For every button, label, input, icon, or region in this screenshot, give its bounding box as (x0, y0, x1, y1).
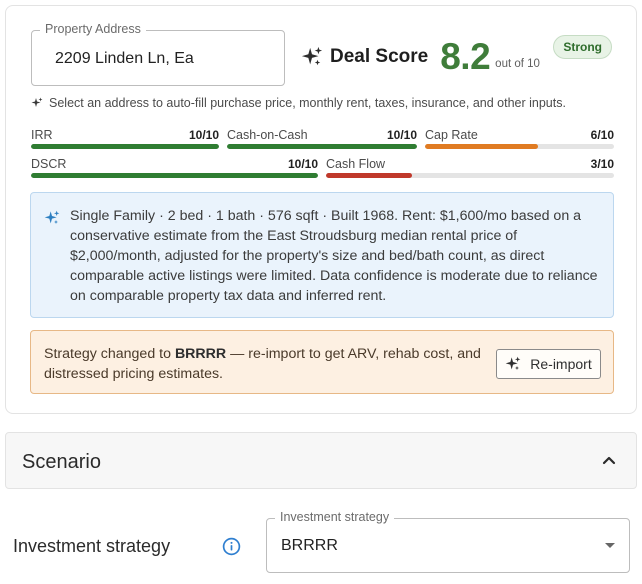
metric-irr: IRR 10/10 (31, 128, 219, 150)
deal-score-out-of: out of 10 (495, 58, 540, 70)
metric-dscr: DSCR 10/10 (31, 157, 318, 179)
metric-track (425, 144, 614, 149)
property-address-field[interactable]: Property Address 2209 Linden Ln, Ea (31, 22, 285, 86)
scenario-title: Scenario (22, 451, 101, 473)
metric-label: Cash Flow (326, 157, 386, 171)
investment-strategy-field-label: Investment strategy (275, 510, 395, 524)
sparkle-icon (44, 210, 60, 224)
metric-cap-rate: Cap Rate 6/10 (425, 128, 614, 150)
metric-label: DSCR (31, 157, 67, 171)
page: Property Address 2209 Linden Ln, Ea Deal… (0, 0, 642, 584)
metric-track (31, 144, 219, 149)
property-address-label: Property Address (40, 22, 146, 36)
reimport-button[interactable]: Re-import (496, 349, 601, 379)
metric-track (227, 144, 417, 149)
metric-score: 10/10 (386, 128, 417, 142)
sparkle-icon (505, 356, 521, 370)
alert-prefix: Strategy changed to (44, 346, 175, 362)
property-summary-text: Single Family · 2 bed · 1 bath · 576 sqf… (70, 208, 598, 304)
autofill-hint-text: Select an address to auto-fill purchase … (49, 96, 566, 110)
metric-fill (326, 173, 413, 178)
metric-score: 10/10 (287, 157, 318, 171)
metric-score: 10/10 (188, 128, 219, 142)
metric-track (326, 173, 614, 178)
autofill-hint: Select an address to auto-fill purchase … (31, 96, 566, 110)
strategy-change-alert: Strategy changed to BRRRR — re-import to… (30, 330, 614, 394)
metric-label: Cap Rate (425, 128, 478, 142)
caret-down-icon (605, 543, 615, 548)
deal-score-label: Deal Score (330, 46, 429, 67)
deal-analysis-card: Property Address 2209 Linden Ln, Ea Deal… (5, 5, 637, 414)
metric-cash-flow: Cash Flow 3/10 (326, 157, 614, 179)
investment-strategy-label: Investment strategy (13, 536, 171, 556)
metric-fill (425, 144, 539, 149)
deal-score: Deal Score 8.2 out of 10 (301, 36, 540, 78)
metric-fill (31, 173, 318, 178)
metric-fill (31, 144, 219, 149)
property-summary-box: Single Family · 2 bed · 1 bath · 576 sqf… (30, 192, 614, 318)
chevron-up-icon[interactable] (602, 455, 616, 465)
metric-score: 3/10 (590, 157, 614, 171)
rating-badge: Strong (553, 35, 612, 59)
metric-label: IRR (31, 128, 53, 142)
metric-fill (227, 144, 417, 149)
reimport-button-label: Re-import (530, 356, 592, 372)
metric-track (31, 173, 318, 178)
deal-score-value: 8.2 (440, 36, 491, 77)
investment-strategy-select[interactable]: Investment strategy BRRRR (266, 510, 630, 573)
metric-label: Cash-on-Cash (227, 128, 308, 142)
metric-cash-on-cash: Cash-on-Cash 10/10 (227, 128, 417, 150)
scenario-section-header[interactable]: Scenario (5, 432, 637, 489)
sparkle-icon (301, 46, 323, 66)
investment-strategy-value: BRRRR (281, 537, 338, 554)
strategy-change-text: Strategy changed to BRRRR — re-import to… (44, 344, 494, 384)
sparkle-icon (31, 97, 43, 107)
alert-strategy: BRRRR (174, 346, 227, 362)
property-address-input[interactable]: 2209 Linden Ln, Ea (55, 50, 194, 68)
metric-score: 6/10 (590, 128, 614, 142)
info-icon[interactable] (222, 537, 241, 556)
